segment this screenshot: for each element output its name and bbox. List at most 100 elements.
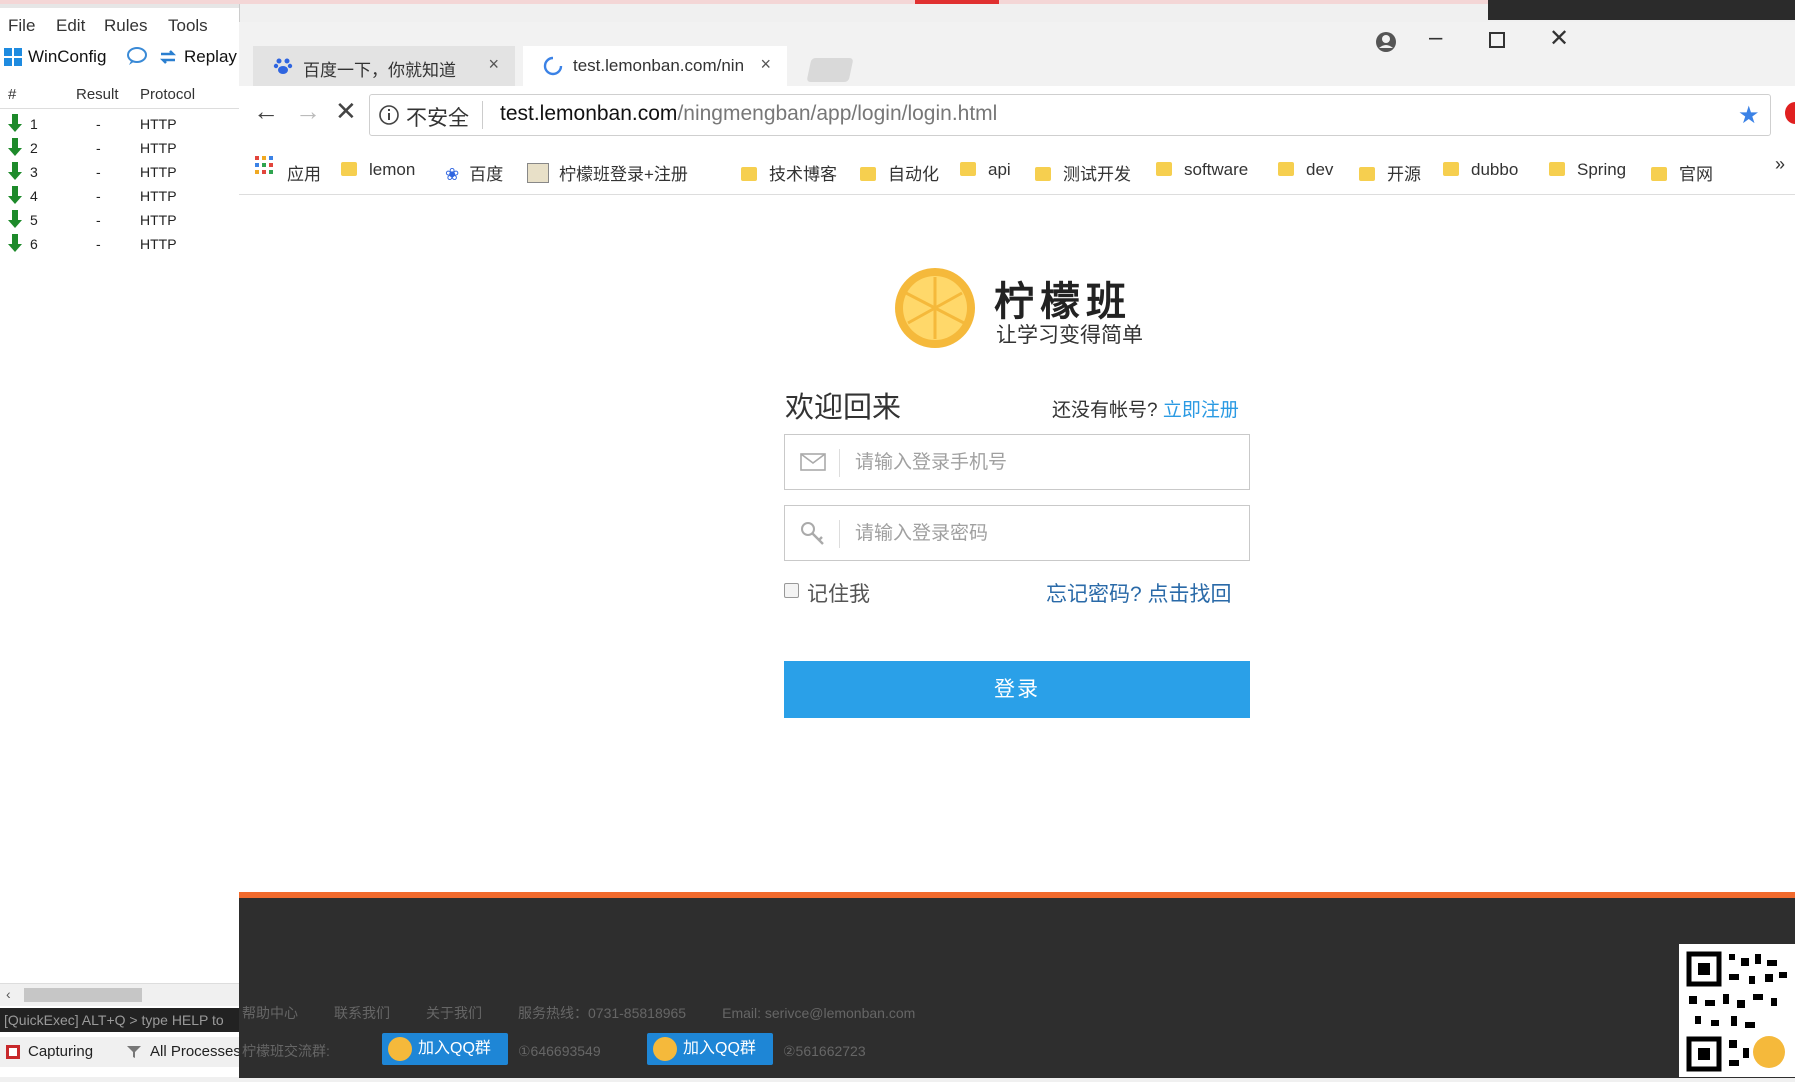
- profile-icon[interactable]: [1373, 30, 1399, 54]
- footer-contact[interactable]: 联系我们: [334, 1005, 390, 1021]
- password-input[interactable]: [853, 518, 1237, 550]
- menu-tools[interactable]: Tools: [168, 16, 208, 36]
- url-text[interactable]: test.lemonban.com/ningmengban/app/login/…: [500, 102, 997, 126]
- bookmark-open-source[interactable]: 开源: [1359, 160, 1421, 185]
- quickexec-bar[interactable]: [QuickExec] ALT+Q > type HELP to: [0, 1008, 239, 1032]
- extension-icon[interactable]: [1785, 102, 1795, 124]
- baidu-paw-icon: [273, 56, 293, 76]
- col-protocol[interactable]: Protocol: [140, 86, 195, 103]
- bookmark-lemon[interactable]: lemon: [341, 160, 415, 180]
- session-result: -: [96, 116, 101, 132]
- session-number: 1: [30, 116, 38, 132]
- bookmark-official-site[interactable]: 官网: [1651, 160, 1713, 185]
- horizontal-scrollbar[interactable]: ‹: [0, 983, 239, 1006]
- session-protocol: HTTP: [140, 164, 177, 180]
- col-hash[interactable]: #: [8, 86, 16, 103]
- no-account-text: 还没有帐号?: [1052, 400, 1158, 421]
- folder-icon: [1443, 162, 1459, 176]
- scroll-left-icon[interactable]: ‹: [6, 986, 11, 1002]
- scrollbar-thumb[interactable]: [24, 988, 142, 1002]
- bookmark-tech-blog[interactable]: 技术博客: [741, 160, 837, 185]
- tab-close-icon[interactable]: ×: [760, 54, 771, 75]
- session-list-header: # Result Protocol: [0, 82, 239, 109]
- join-qq-button[interactable]: 加入QQ群: [382, 1033, 508, 1065]
- bookmark-star-icon[interactable]: ★: [1738, 101, 1760, 130]
- remember-me[interactable]: 记住我: [784, 578, 870, 608]
- fiddler-window: File Edit Rules Tools WinConfig Replay #…: [0, 0, 241, 1077]
- apps-grid-icon[interactable]: [255, 156, 273, 179]
- footer-help[interactable]: 帮助中心: [242, 1005, 298, 1021]
- forward-icon[interactable]: →: [295, 96, 321, 127]
- col-result[interactable]: Result: [76, 86, 119, 103]
- folder-icon: [1651, 167, 1667, 181]
- session-row[interactable]: 3 - HTTP: [0, 160, 239, 184]
- replay-button[interactable]: Replay: [184, 47, 237, 67]
- security-label[interactable]: 不安全: [406, 102, 469, 132]
- qq-icon: [388, 1037, 412, 1061]
- recording-indicator: [915, 0, 999, 4]
- join-qq-button[interactable]: 加入QQ群: [647, 1033, 773, 1065]
- download-arrow-icon: [8, 210, 22, 230]
- bookmark-dubbo[interactable]: dubbo: [1443, 160, 1518, 180]
- stop-loading-icon[interactable]: ✕: [335, 96, 357, 127]
- menu-rules[interactable]: Rules: [104, 16, 147, 36]
- bookmark-test-dev[interactable]: 测试开发: [1035, 160, 1131, 185]
- folder-icon: [341, 162, 357, 176]
- bookmark-software[interactable]: software: [1156, 160, 1248, 180]
- forgot-password-link[interactable]: 忘记密码? 点击找回: [1046, 578, 1232, 608]
- bookmark-automation[interactable]: 自动化: [860, 160, 939, 185]
- menu-edit[interactable]: Edit: [56, 16, 85, 36]
- address-bar[interactable]: 不安全 test.lemonban.com/ningmengban/app/lo…: [369, 94, 1771, 136]
- bookmark-api[interactable]: api: [960, 160, 1011, 180]
- url-path: /ningmengban/app/login/login.html: [677, 102, 998, 125]
- tab-baidu[interactable]: 百度一下，你就知道 ×: [253, 46, 515, 86]
- group-label: 柠檬班交流群:: [242, 1043, 330, 1059]
- bookmark-spring[interactable]: Spring: [1549, 160, 1626, 180]
- download-arrow-icon: [8, 162, 22, 182]
- minimize-icon[interactable]: –: [1429, 24, 1442, 52]
- close-window-icon[interactable]: ✕: [1549, 24, 1569, 53]
- phone-input[interactable]: [853, 447, 1237, 479]
- session-protocol: HTTP: [140, 236, 177, 252]
- bookmark-dev[interactable]: dev: [1278, 160, 1333, 180]
- tab-lemonban[interactable]: test.lemonban.com/nin ×: [523, 46, 787, 86]
- winconfig-button[interactable]: WinConfig: [28, 47, 106, 67]
- fiddler-toolbar: WinConfig Replay: [0, 42, 239, 72]
- session-row[interactable]: 1 - HTTP: [0, 112, 239, 136]
- new-tab-button[interactable]: [806, 58, 854, 82]
- bookmark-baidu[interactable]: ❀ 百度: [445, 160, 503, 185]
- session-row[interactable]: 5 - HTTP: [0, 208, 239, 232]
- phone-field[interactable]: [784, 434, 1250, 490]
- capture-icon[interactable]: [4, 1043, 22, 1061]
- status-bar: Capturing All Processes: [0, 1037, 241, 1067]
- maximize-icon[interactable]: [1489, 32, 1505, 48]
- process-filter[interactable]: All Processes: [150, 1043, 241, 1060]
- folder-icon: [1035, 167, 1051, 181]
- menu-file[interactable]: File: [8, 16, 35, 36]
- session-row[interactable]: 4 - HTTP: [0, 184, 239, 208]
- session-protocol: HTTP: [140, 212, 177, 228]
- tab-close-icon[interactable]: ×: [488, 54, 499, 75]
- field-divider: [839, 520, 840, 548]
- footer-about[interactable]: 关于我们: [426, 1005, 482, 1021]
- info-icon[interactable]: [378, 104, 400, 126]
- download-arrow-icon: [8, 234, 22, 254]
- bookmark-apps[interactable]: 应用: [287, 160, 321, 185]
- login-button[interactable]: 登录: [784, 661, 1250, 718]
- bookmarks-overflow-button[interactable]: »: [1775, 154, 1785, 175]
- remember-checkbox[interactable]: [784, 583, 799, 598]
- session-number: 4: [30, 188, 38, 204]
- register-link[interactable]: 立即注册: [1163, 400, 1239, 421]
- password-field[interactable]: [784, 505, 1250, 561]
- session-row[interactable]: 6 - HTTP: [0, 232, 239, 256]
- register-prompt: 还没有帐号? 立即注册: [1052, 395, 1239, 422]
- back-icon[interactable]: ←: [253, 96, 279, 127]
- session-result: -: [96, 164, 101, 180]
- capturing-toggle[interactable]: Capturing: [28, 1043, 93, 1060]
- bookmark-lemonban-login[interactable]: 柠檬班登录+注册: [527, 160, 688, 185]
- footer-email: Email: serivce@lemonban.com: [722, 1005, 916, 1021]
- fiddler-menubar: File Edit Rules Tools: [0, 14, 239, 40]
- url-host: test.lemonban.com: [500, 102, 678, 125]
- comment-icon[interactable]: [126, 46, 148, 66]
- session-row[interactable]: 2 - HTTP: [0, 136, 239, 160]
